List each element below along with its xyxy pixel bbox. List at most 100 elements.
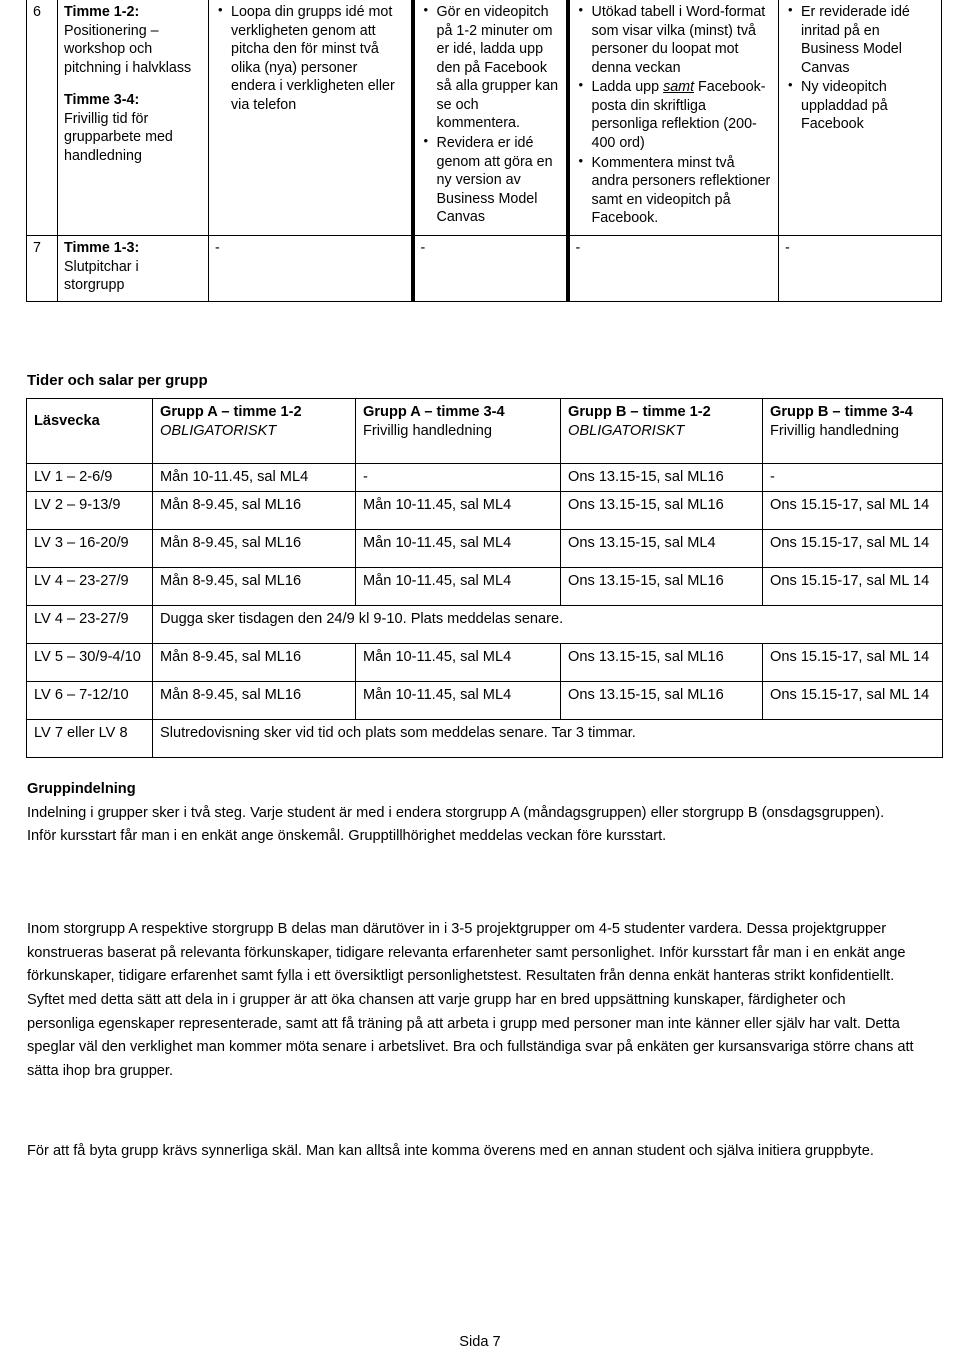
table-row: LV 7 eller LV 8 Slutredovisning sker vid… xyxy=(26,718,943,758)
schedule-cell: Mån 8-9.45, sal ML16 xyxy=(152,490,356,530)
table-row: LV 1 – 2-6/9 Mån 10-11.45, sal ML4 - Ons… xyxy=(26,462,943,492)
schedule-cell: Mån 8-9.45, sal ML16 xyxy=(152,642,356,682)
list-item: Revidera er idé genom att göra en ny ver… xyxy=(424,133,560,227)
column-header-title: Grupp B – timme 1-2 xyxy=(568,404,711,420)
column-header-group-a-3-4: Grupp A – timme 3-4 Frivillig handlednin… xyxy=(355,398,561,464)
week-cell: LV 2 – 9-13/9 xyxy=(26,490,153,530)
schedule-cell: Ons 13.15-15, sal ML16 xyxy=(560,490,763,530)
row-number: 6 xyxy=(33,4,41,20)
week-cell: LV 6 – 7-12/10 xyxy=(26,680,153,720)
page-number: Sida 7 xyxy=(459,1334,501,1350)
schedule-cell: Ons 15.15-17, sal ML 14 xyxy=(762,490,943,530)
schedule-cell: Ons 15.15-17, sal ML 14 xyxy=(762,642,943,682)
row-prep-cell: - xyxy=(208,234,413,302)
when-heading-1: Timme 1-3: xyxy=(64,239,140,256)
row-when-cell: Timme 1-3: Slutpitchar i storgrupp xyxy=(57,234,209,302)
row-number: 7 xyxy=(33,239,41,256)
column-header-sub: OBLIGATORISKT xyxy=(568,422,685,439)
section-heading-times: Tider och salar per grupp xyxy=(27,372,208,389)
prep-bullet-list: Loopa din grupps idé mot verkligheten ge… xyxy=(215,2,405,114)
schedule-cell: Ons 13.15-15, sal ML16 xyxy=(560,680,763,720)
activity-bullet-list: Gör en videopitch på 1-2 minuter om er i… xyxy=(421,2,560,227)
table-row: LV 4 – 23-27/9 Dugga sker tisdagen den 2… xyxy=(26,604,943,644)
paragraph-inom-storgrupp: Inom storgrupp A respektive storgrupp B … xyxy=(27,918,915,1083)
schedule-cell: - xyxy=(762,462,943,492)
schedule-note-cell: Dugga sker tisdagen den 24/9 kl 9-10. Pl… xyxy=(152,604,943,644)
schedule-cell: Mån 8-9.45, sal ML16 xyxy=(152,680,356,720)
row-when-cell: Timme 1-2: Positionering – workshop och … xyxy=(57,0,209,236)
schedule-cell: - xyxy=(355,462,561,492)
column-header-week: Läsvecka xyxy=(26,398,153,464)
table-row: 6 Timme 1-2: Positionering – workshop oc… xyxy=(26,0,942,236)
row-result-cell: - xyxy=(778,234,942,302)
column-header-title: Grupp A – timme 1-2 xyxy=(160,404,302,420)
result-bullet-list: Er reviderade idé inritad på en Business… xyxy=(785,2,935,134)
paragraph-text: För att få byta grupp krävs synnerliga s… xyxy=(27,1143,874,1159)
list-item: Loopa din grupps idé mot verkligheten ge… xyxy=(218,2,405,114)
page-footer: Sida 7 xyxy=(0,1334,960,1350)
schedule-cell: Ons 13.15-15, sal ML16 xyxy=(560,642,763,682)
row-activity-cell: - xyxy=(410,234,568,302)
schedule-cell: Mån 10-11.45, sal ML4 xyxy=(355,528,561,568)
week-cell: LV 1 – 2-6/9 xyxy=(26,462,153,492)
when-text-1: Positionering – workshop och pitchning i… xyxy=(64,22,192,76)
column-header-title: Grupp B – timme 3-4 xyxy=(770,404,913,420)
schedule-cell: Ons 15.15-17, sal ML 14 xyxy=(762,566,943,606)
column-header-sub: Frivillig handledning xyxy=(770,422,899,439)
list-item: Ladda upp samt Facebook-posta din skrift… xyxy=(579,77,773,152)
when-heading-2: Timme 3-4: xyxy=(64,92,140,109)
paragraph-byta-grupp: För att få byta grupp krävs synnerliga s… xyxy=(27,1140,915,1164)
row-number-cell: 6 xyxy=(26,0,58,236)
week-cell: LV 5 – 30/9-4/10 xyxy=(26,642,153,682)
column-header-group-b-3-4: Grupp B – timme 3-4 Frivillig handlednin… xyxy=(762,398,943,464)
week-cell: LV 4 – 23-27/9 xyxy=(26,566,153,606)
schedule-cell: Mån 10-11.45, sal ML4 xyxy=(152,462,356,492)
week-cell: LV 3 – 16-20/9 xyxy=(26,528,153,568)
deliverable-bullet-list: Utökad tabell i Word-format som visar vi… xyxy=(576,2,773,228)
column-header-group-a-1-2: Grupp A – timme 1-2 OBLIGATORISKT xyxy=(152,398,356,464)
table-row: LV 4 – 23-27/9 Mån 8-9.45, sal ML16 Mån … xyxy=(26,566,943,606)
schedule-cell: Ons 13.15-15, sal ML16 xyxy=(560,566,763,606)
row-deliverable-cell: Utökad tabell i Word-format som visar vi… xyxy=(565,0,779,236)
list-item: Ny videopitch uppladdad på Facebook xyxy=(788,77,935,134)
table-row: LV 5 – 30/9-4/10 Mån 8-9.45, sal ML16 Må… xyxy=(26,642,943,682)
schedule-cell: Ons 15.15-17, sal ML 14 xyxy=(762,680,943,720)
document-page: 6 Timme 1-2: Positionering – workshop oc… xyxy=(0,0,960,1372)
list-item: Er reviderade idé inritad på en Business… xyxy=(788,2,935,77)
when-heading-1: Timme 1-2: xyxy=(64,4,140,20)
list-item: Kommentera minst två andra personers ref… xyxy=(579,153,773,228)
paragraph-gruppindelning: Gruppindelning Indelning i grupper sker … xyxy=(27,778,915,849)
schedule-cell: Mån 10-11.45, sal ML4 xyxy=(355,566,561,606)
schedule-cell: Ons 13.15-15, sal ML16 xyxy=(560,462,763,492)
paragraph-heading: Gruppindelning xyxy=(27,781,136,797)
emphasis-samt: samt xyxy=(663,79,695,96)
table-header-row: Läsvecka Grupp A – timme 1-2 OBLIGATORIS… xyxy=(26,398,943,464)
list-item-text: Utökad tabell i Word-format som visar vi… xyxy=(591,4,766,76)
list-item: Gör en videopitch på 1-2 minuter om er i… xyxy=(424,2,560,133)
times-and-rooms-table: Läsvecka Grupp A – timme 1-2 OBLIGATORIS… xyxy=(26,398,943,758)
list-item-text: Ladda upp xyxy=(591,79,664,96)
table-row: 7 Timme 1-3: Slutpitchar i storgrupp - -… xyxy=(26,234,942,302)
week-cell: LV 4 – 23-27/9 xyxy=(26,604,153,644)
row-number-cell: 7 xyxy=(26,234,58,302)
schedule-cell: Ons 15.15-17, sal ML 14 xyxy=(762,528,943,568)
table-row: LV 6 – 7-12/10 Mån 8-9.45, sal ML16 Mån … xyxy=(26,680,943,720)
schedule-cell: Mån 8-9.45, sal ML16 xyxy=(152,528,356,568)
schedule-cell: Mån 8-9.45, sal ML16 xyxy=(152,566,356,606)
row-result-cell: Er reviderade idé inritad på en Business… xyxy=(778,0,942,236)
row-prep-cell: Loopa din grupps idé mot verkligheten ge… xyxy=(208,0,413,236)
schedule-cell: Ons 13.15-15, sal ML4 xyxy=(560,528,763,568)
course-schedule-table: 6 Timme 1-2: Positionering – workshop oc… xyxy=(26,0,942,302)
table-row: LV 2 – 9-13/9 Mån 8-9.45, sal ML16 Mån 1… xyxy=(26,490,943,530)
column-header-sub: Frivillig handledning xyxy=(363,422,492,439)
when-text-2: Frivillig tid för grupparbete med handle… xyxy=(64,110,173,165)
list-item: Utökad tabell i Word-format som visar vi… xyxy=(579,2,773,77)
paragraph-text: Inom storgrupp A respektive storgrupp B … xyxy=(27,921,914,1079)
row-activity-cell: Gör en videopitch på 1-2 minuter om er i… xyxy=(410,0,568,236)
column-header-group-b-1-2: Grupp B – timme 1-2 OBLIGATORISKT xyxy=(560,398,763,464)
column-header-sub: OBLIGATORISKT xyxy=(160,422,277,439)
paragraph-text: Indelning i grupper sker i två steg. Var… xyxy=(27,804,885,845)
schedule-cell: Mån 10-11.45, sal ML4 xyxy=(355,680,561,720)
schedule-cell: Mån 10-11.45, sal ML4 xyxy=(355,642,561,682)
